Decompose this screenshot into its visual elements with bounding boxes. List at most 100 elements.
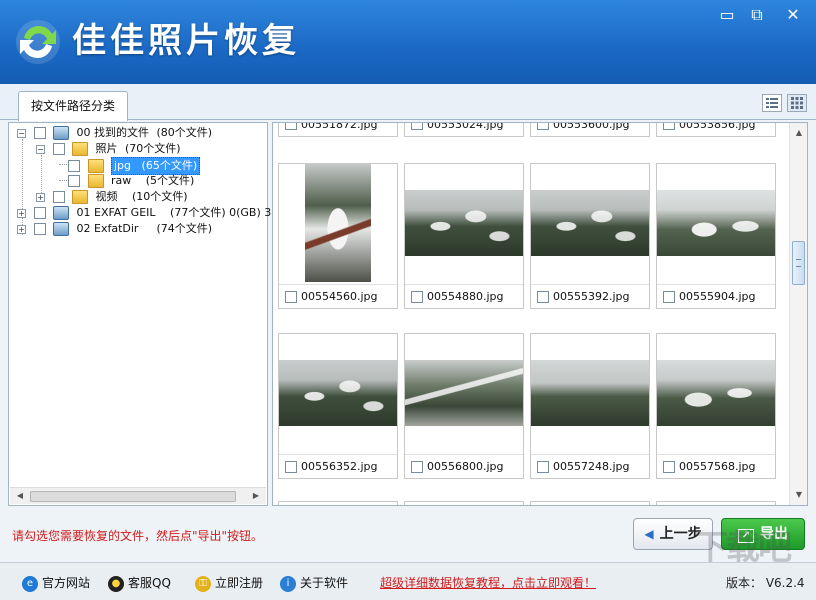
tree-checkbox[interactable] xyxy=(52,191,65,203)
info-icon: i xyxy=(280,575,296,592)
expand-icon[interactable]: + xyxy=(17,208,26,218)
thumbnail-item[interactable]: 00554880.jpg xyxy=(404,163,524,309)
app-title: 佳佳照片恢复 xyxy=(72,21,300,61)
thumbnail-partial[interactable] xyxy=(530,501,650,505)
tree-checkbox[interactable] xyxy=(33,127,46,139)
list-view-icon xyxy=(766,98,778,108)
file-checkbox[interactable] xyxy=(285,123,297,130)
thumbnail-grid[interactable]: 00551872.jpg 00553024.jpg 00553600.jpg 0… xyxy=(272,122,808,506)
tree-checkbox[interactable] xyxy=(68,160,80,172)
tutorial-link[interactable]: 超级详细数据恢复教程，点击立即观看！ xyxy=(380,574,596,591)
close-button[interactable]: ✕ xyxy=(776,4,810,26)
minimize-icon: ▭ xyxy=(719,5,735,24)
thumbnail-item[interactable]: 00557568.jpg xyxy=(656,333,776,479)
thumbnail-partial[interactable]: 00553024.jpg xyxy=(404,123,524,137)
official-site-link[interactable]: e 官方网站 xyxy=(22,574,90,592)
grid-vertical-scrollbar[interactable]: ▲ ▼ xyxy=(789,123,807,505)
scroll-left-icon[interactable]: ◀ xyxy=(12,488,28,504)
ie-icon: e xyxy=(22,575,38,592)
tree-horizontal-scrollbar[interactable]: ◀ ▶ xyxy=(10,487,266,504)
qq-penguin-icon: ● xyxy=(108,575,124,592)
file-checkbox[interactable] xyxy=(537,461,549,473)
scroll-right-icon[interactable]: ▶ xyxy=(248,488,264,504)
drive-icon xyxy=(53,222,69,236)
folder-tree[interactable]: − 00 找到的文件 (80个文件) − 照片 (70个文件) jpg (65个… xyxy=(8,122,284,506)
tree-checkbox[interactable] xyxy=(33,207,46,219)
footer-bar: e 官方网站 ● 客服QQ ⚿ 立即注册 i 关于软件 超级详细数据恢复教程，点击立即观… xyxy=(0,562,816,600)
previous-step-button[interactable]: ◀ 上一步 xyxy=(633,518,713,550)
app-logo-icon xyxy=(16,20,60,64)
tree-item-exfat-geil[interactable]: + 01 EXFAT GEIL (77个文件) 0(GB) 3(G xyxy=(17,205,284,221)
tab-strip: 按文件路径分类 xyxy=(0,84,816,121)
export-icon: ↗ xyxy=(738,529,754,543)
title-bar: 佳佳照片恢复 ▭ ⧉ ✕ xyxy=(0,0,816,84)
folder-icon xyxy=(87,159,104,173)
thumbnail-partial[interactable] xyxy=(278,501,398,505)
tree-item-exfatdir[interactable]: + 02 ExfatDir (74个文件) xyxy=(17,221,212,237)
tree-item-videos[interactable]: + 视频 (10个文件) xyxy=(36,189,188,205)
file-checkbox[interactable] xyxy=(537,291,549,303)
tree-checkbox[interactable] xyxy=(68,175,80,187)
thumbnail-partial[interactable] xyxy=(404,501,524,505)
file-checkbox[interactable] xyxy=(663,123,675,130)
thumbnail-partial[interactable]: 00553856.jpg xyxy=(656,123,776,137)
minimize-button[interactable]: ▭ xyxy=(712,4,742,26)
folder-icon xyxy=(72,142,88,156)
tree-item-found-files[interactable]: − 00 找到的文件 (80个文件) xyxy=(17,125,212,141)
thumbnail-item[interactable]: 00557248.jpg xyxy=(530,333,650,479)
photo-thumbnail xyxy=(405,360,523,426)
photo-thumbnail xyxy=(657,360,775,426)
collapse-icon[interactable]: − xyxy=(36,144,45,154)
expand-icon[interactable]: + xyxy=(36,192,45,202)
drive-icon xyxy=(53,206,69,220)
folder-icon xyxy=(87,174,104,188)
thumbnail-item[interactable]: 00554560.jpg xyxy=(278,163,398,309)
file-checkbox[interactable] xyxy=(285,461,297,473)
thumbnail-partial[interactable]: 00553600.jpg xyxy=(530,123,650,137)
tab-by-path[interactable]: 按文件路径分类 xyxy=(18,91,128,121)
tree-checkbox[interactable] xyxy=(33,223,46,235)
file-checkbox[interactable] xyxy=(411,123,423,130)
scroll-down-icon[interactable]: ▼ xyxy=(791,487,807,503)
tree-item-photos[interactable]: − 照片 (70个文件) xyxy=(36,141,181,157)
list-view-button[interactable] xyxy=(762,94,782,112)
photo-thumbnail xyxy=(531,190,649,256)
export-button[interactable]: ↗ 导出 xyxy=(721,518,805,550)
scroll-up-icon[interactable]: ▲ xyxy=(791,125,807,141)
file-checkbox[interactable] xyxy=(411,461,423,473)
photo-thumbnail xyxy=(305,164,371,282)
expand-icon[interactable]: + xyxy=(17,224,26,234)
thumbnail-partial[interactable]: 00551872.jpg xyxy=(278,123,398,137)
grid-view-button[interactable] xyxy=(787,94,807,112)
key-icon: ⚿ xyxy=(195,575,211,592)
thumbnail-item[interactable]: 00555392.jpg xyxy=(530,163,650,309)
close-icon: ✕ xyxy=(786,5,800,24)
thumbnail-item[interactable]: 00555904.jpg xyxy=(656,163,776,309)
file-checkbox[interactable] xyxy=(537,123,549,130)
version-label: 版本： V6.2.4 xyxy=(726,576,805,590)
photo-thumbnail xyxy=(657,190,775,256)
tree-checkbox[interactable] xyxy=(52,143,65,155)
file-checkbox[interactable] xyxy=(411,291,423,303)
file-checkbox[interactable] xyxy=(285,291,297,303)
about-link[interactable]: i 关于软件 xyxy=(280,574,348,592)
file-checkbox[interactable] xyxy=(663,291,675,303)
drive-icon xyxy=(53,126,69,140)
support-qq-link[interactable]: ● 客服QQ xyxy=(108,574,171,592)
thumbnail-item[interactable]: 00556352.jpg xyxy=(278,333,398,479)
file-checkbox[interactable] xyxy=(663,461,675,473)
register-link[interactable]: ⚿ 立即注册 xyxy=(195,574,263,592)
thumbnail-partial[interactable] xyxy=(656,501,776,505)
tree-item-raw[interactable]: raw (5个文件) xyxy=(68,173,194,189)
restore-icon: ⧉ xyxy=(751,5,763,24)
thumbnail-item[interactable]: 00556800.jpg xyxy=(404,333,524,479)
collapse-icon[interactable]: − xyxy=(17,128,26,138)
scroll-thumb[interactable] xyxy=(792,241,805,285)
tree-item-jpg[interactable]: jpg (65个文件) xyxy=(68,157,201,175)
scroll-thumb[interactable] xyxy=(30,491,236,502)
photo-thumbnail xyxy=(279,360,397,426)
maximize-button[interactable]: ⧉ xyxy=(742,4,772,26)
photo-thumbnail xyxy=(531,360,649,426)
folder-icon xyxy=(72,190,88,204)
back-arrow-icon: ◀ xyxy=(644,527,654,541)
